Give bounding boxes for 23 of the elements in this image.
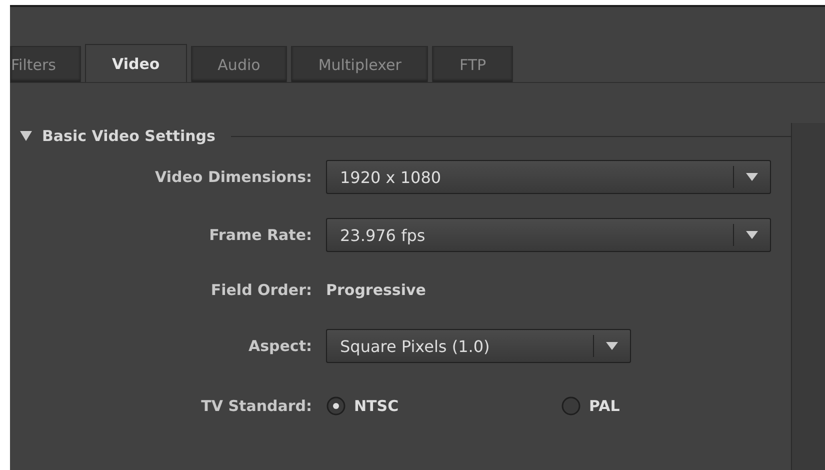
collapse-triangle-icon[interactable]: [20, 131, 32, 141]
dropdown[interactable]: 23.976 fps: [326, 218, 771, 252]
section-title: Basic Video Settings: [42, 127, 216, 145]
dropdown[interactable]: Square Pixels (1.0): [326, 329, 631, 363]
field-label: TV Standard:: [200, 397, 312, 415]
radio-label: NTSC: [354, 397, 399, 415]
field-label: Video Dimensions:: [154, 168, 312, 186]
caret-icon: [746, 173, 758, 181]
radio-button[interactable]: [326, 396, 346, 416]
caret-icon: [746, 231, 758, 239]
field-label: Frame Rate:: [208, 226, 312, 244]
tab[interactable]: Audio: [190, 46, 288, 82]
tab[interactable]: Multiplexer: [291, 46, 428, 82]
radio-label: PAL: [589, 397, 620, 415]
caret-icon: [606, 342, 618, 350]
tab[interactable]: Video: [84, 44, 187, 82]
tab[interactable]: FTP: [432, 46, 514, 82]
field-label: Aspect:: [247, 337, 312, 355]
dropdown[interactable]: 1920 x 1080: [326, 160, 771, 194]
field-label: Field Order:: [210, 281, 312, 299]
field-value: Progressive: [326, 281, 426, 299]
tab[interactable]: Filters: [10, 46, 81, 82]
radio-button[interactable]: [561, 396, 581, 416]
